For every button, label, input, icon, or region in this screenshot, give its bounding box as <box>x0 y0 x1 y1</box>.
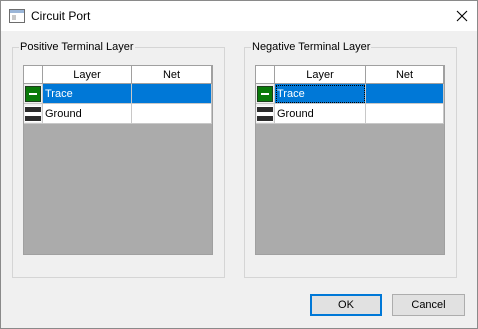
row-header-trace[interactable] <box>256 84 275 104</box>
column-header-net[interactable]: Net <box>366 66 444 84</box>
positive-layer-grid[interactable]: Layer Net Trace Ground <box>23 65 213 255</box>
layer-cell-ground[interactable]: Ground <box>43 104 132 124</box>
cancel-button[interactable]: Cancel <box>392 294 465 316</box>
negative-layer-grid[interactable]: Layer Net Trace Ground <box>255 65 445 255</box>
close-icon <box>456 10 468 22</box>
window-app-icon <box>9 9 25 23</box>
circuit-port-dialog: Circuit Port Positive Terminal Layer Lay… <box>0 0 478 329</box>
net-cell-ground[interactable] <box>132 104 212 124</box>
ground-layer-swatch-icon <box>25 105 41 122</box>
layer-cell-text: Trace <box>45 87 73 100</box>
column-header-layer[interactable]: Layer <box>275 66 366 84</box>
ground-layer-swatch-icon <box>257 105 273 122</box>
negative-terminal-layer-group: Negative Terminal Layer Layer Net Trace <box>244 41 457 278</box>
trace-layer-swatch-icon <box>25 85 41 102</box>
net-cell-trace[interactable] <box>132 84 212 104</box>
positive-terminal-layer-group: Positive Terminal Layer Layer Net Trace <box>12 41 225 278</box>
ok-button[interactable]: OK <box>310 294 382 316</box>
close-button[interactable] <box>447 1 477 31</box>
layer-cell-ground[interactable]: Ground <box>275 104 366 124</box>
grid-corner-header <box>256 66 275 84</box>
window-title: Circuit Port <box>31 9 91 23</box>
grid-corner-header <box>24 66 43 84</box>
grid-row-trace[interactable]: Trace <box>24 84 212 104</box>
layer-cell-trace[interactable]: Trace <box>275 84 366 104</box>
net-cell-ground[interactable] <box>366 104 444 124</box>
layer-cell-text: Trace <box>277 87 305 100</box>
column-header-net[interactable]: Net <box>132 66 212 84</box>
column-header-layer[interactable]: Layer <box>43 66 132 84</box>
title-bar: Circuit Port <box>1 1 477 31</box>
grid-row-ground[interactable]: Ground <box>256 104 444 124</box>
row-header-trace[interactable] <box>24 84 43 104</box>
positive-terminal-layer-legend: Positive Terminal Layer <box>19 41 135 53</box>
trace-layer-swatch-icon <box>257 85 273 102</box>
negative-terminal-layer-legend: Negative Terminal Layer <box>251 41 372 53</box>
layer-cell-text: Ground <box>277 107 314 120</box>
row-header-ground[interactable] <box>256 104 275 124</box>
net-cell-trace[interactable] <box>366 84 444 104</box>
row-header-ground[interactable] <box>24 104 43 124</box>
layer-cell-trace[interactable]: Trace <box>43 84 132 104</box>
layer-cell-text: Ground <box>45 107 82 120</box>
grid-row-ground[interactable]: Ground <box>24 104 212 124</box>
grid-row-trace[interactable]: Trace <box>256 84 444 104</box>
